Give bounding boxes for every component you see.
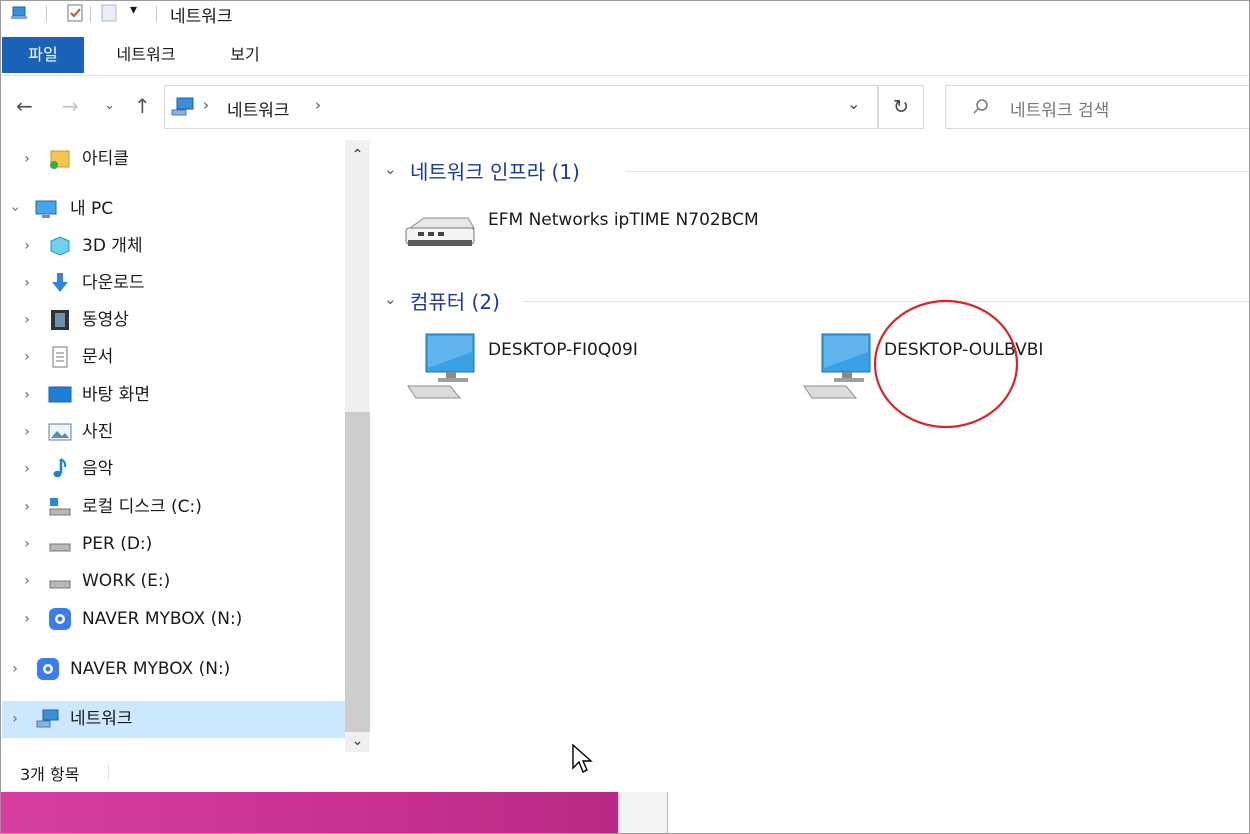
computer-label: DESKTOP-FI0Q09I <box>488 340 638 360</box>
navigation-bar: ← → ⌄ ↑ › 네트워크 › ⌄ ↻ 네트워크 검색 <box>0 82 1250 134</box>
chevron-right-icon[interactable]: › <box>20 266 34 300</box>
tab-view[interactable]: 보기 <box>210 37 280 73</box>
status-divider <box>108 764 109 780</box>
tab-network[interactable]: 네트워크 <box>96 37 196 73</box>
background-window-edge <box>618 792 668 834</box>
breadcrumb-separator-icon[interactable]: › <box>315 96 321 114</box>
scroll-up-icon[interactable]: ⌃ <box>345 140 370 170</box>
mouse-cursor-icon <box>572 744 593 773</box>
sidebar-item-pictures[interactable]: › 사진 <box>0 415 345 449</box>
group-header-network-infrastructure[interactable]: 네트워크 인프라 (1) <box>410 156 580 185</box>
sidebar-item-documents[interactable]: › 문서 <box>0 340 345 374</box>
document-icon <box>52 346 68 368</box>
sidebar-item-videos[interactable]: › 동영상 <box>0 303 345 337</box>
group-divider <box>626 171 1250 172</box>
device-item[interactable]: EFM Networks ipTIME N702BCM <box>400 204 780 254</box>
computer-icon <box>35 200 57 218</box>
chevron-right-icon[interactable]: › <box>20 142 34 176</box>
recent-locations-chevron-icon[interactable]: ⌄ <box>104 98 115 113</box>
cube-icon <box>50 236 70 256</box>
search-placeholder: 네트워크 검색 <box>1010 101 1110 121</box>
breadcrumb-network[interactable]: 네트워크 <box>227 96 290 121</box>
sidebar-item-music[interactable]: › 음악 <box>0 452 345 486</box>
chevron-right-icon[interactable]: › <box>20 229 34 263</box>
sidebar-item-mybox-drive[interactable]: › NAVER MYBOX (N:) <box>0 602 345 636</box>
sidebar-item-desktop[interactable]: › 바탕 화면 <box>0 378 345 412</box>
chevron-right-icon[interactable]: › <box>20 378 34 412</box>
sidebar-item-local-disk-c[interactable]: › 로컬 디스크 (C:) <box>0 490 345 524</box>
download-arrow-icon <box>52 273 68 292</box>
chevron-right-icon[interactable]: › <box>20 340 34 374</box>
desktop-background <box>0 792 1250 834</box>
breadcrumb-separator-icon[interactable]: › <box>203 96 209 114</box>
chevron-right-icon[interactable]: › <box>20 602 34 636</box>
up-arrow-icon[interactable]: ↑ <box>134 94 151 118</box>
computer-icon <box>407 333 475 399</box>
sidebar-scrollbar[interactable]: ⌃ ⌄ <box>345 140 370 752</box>
chevron-right-icon[interactable]: › <box>20 415 34 449</box>
sidebar-item-drive-e[interactable]: › WORK (E:) <box>0 564 345 598</box>
search-icon <box>973 99 988 114</box>
network-icon <box>36 709 59 728</box>
forward-arrow-icon[interactable]: → <box>62 94 79 118</box>
router-icon <box>405 217 475 246</box>
window-title: 네트워크 <box>170 7 233 27</box>
chevron-down-icon[interactable]: › <box>0 202 32 216</box>
chevron-right-icon[interactable]: › <box>20 564 34 598</box>
chevron-down-icon[interactable]: ⌄ <box>847 94 860 113</box>
chevron-right-icon[interactable]: › <box>8 701 22 738</box>
tab-file[interactable]: 파일 <box>2 37 84 73</box>
sidebar-item-this-pc[interactable]: › 내 PC <box>0 192 345 226</box>
collapse-chevron-icon[interactable]: ⌄ <box>384 160 397 178</box>
picture-icon <box>48 423 72 441</box>
address-bar[interactable]: › 네트워크 › ⌄ <box>164 85 878 129</box>
status-item-count: 3개 항목 <box>20 765 80 784</box>
system-drive-icon <box>49 498 71 516</box>
customize-toolbar-icon[interactable]: ▾ <box>130 2 137 18</box>
computer-item[interactable]: DESKTOP-FI0Q09I <box>404 330 734 402</box>
computer-icon <box>803 333 871 399</box>
search-input[interactable]: 네트워크 검색 <box>945 85 1250 129</box>
ribbon: 파일 네트워크 보기 <box>0 37 1250 76</box>
toolbar-divider <box>90 6 91 22</box>
navigation-pane: › 아티클 › 내 PC › 3D 개체 › 다운로드 › 동영상 › 문서 ›… <box>0 138 345 750</box>
annotation-circle <box>873 299 1019 429</box>
chevron-right-icon[interactable]: › <box>20 303 34 337</box>
desktop-icon <box>48 386 72 403</box>
chevron-right-icon[interactable]: › <box>20 490 34 524</box>
drive-icon <box>49 580 71 589</box>
toolbar-divider <box>156 6 157 22</box>
sidebar-item-drive-d[interactable]: › PER (D:) <box>0 527 345 561</box>
drive-icon <box>49 543 71 552</box>
sidebar-item-network[interactable]: › 네트워크 <box>2 701 345 738</box>
title-bar: ▾ 네트워크 <box>0 0 1250 30</box>
sidebar-item-downloads[interactable]: › 다운로드 <box>0 266 345 300</box>
new-folder-icon[interactable] <box>100 4 118 22</box>
mybox-icon <box>49 608 71 630</box>
sidebar-item-article[interactable]: › 아티클 <box>0 142 345 176</box>
collapse-chevron-icon[interactable]: ⌄ <box>384 290 397 308</box>
group-header-computers[interactable]: 컴퓨터 (2) <box>410 286 500 315</box>
network-icon[interactable] <box>10 4 28 22</box>
music-note-icon <box>53 458 67 478</box>
scroll-down-icon[interactable]: ⌄ <box>345 728 370 754</box>
toolbar-divider <box>46 6 47 22</box>
network-icon <box>171 97 194 116</box>
desktop-wallpaper <box>0 792 618 834</box>
refresh-button[interactable]: ↻ <box>878 85 924 129</box>
properties-icon[interactable] <box>66 4 84 22</box>
chevron-right-icon[interactable]: › <box>20 452 34 486</box>
shared-folder-icon <box>50 150 70 169</box>
refresh-icon: ↻ <box>893 96 909 118</box>
film-strip-icon <box>51 310 69 330</box>
mybox-icon <box>37 658 59 680</box>
device-label: EFM Networks ipTIME N702BCM <box>488 210 759 230</box>
sidebar-item-mybox[interactable]: › NAVER MYBOX (N:) <box>0 652 345 686</box>
chevron-right-icon[interactable]: › <box>20 527 34 561</box>
chevron-right-icon[interactable]: › <box>8 652 22 686</box>
sidebar-item-3d-objects[interactable]: › 3D 개체 <box>0 229 345 263</box>
scrollbar-thumb[interactable] <box>345 412 370 732</box>
back-arrow-icon[interactable]: ← <box>16 94 33 118</box>
